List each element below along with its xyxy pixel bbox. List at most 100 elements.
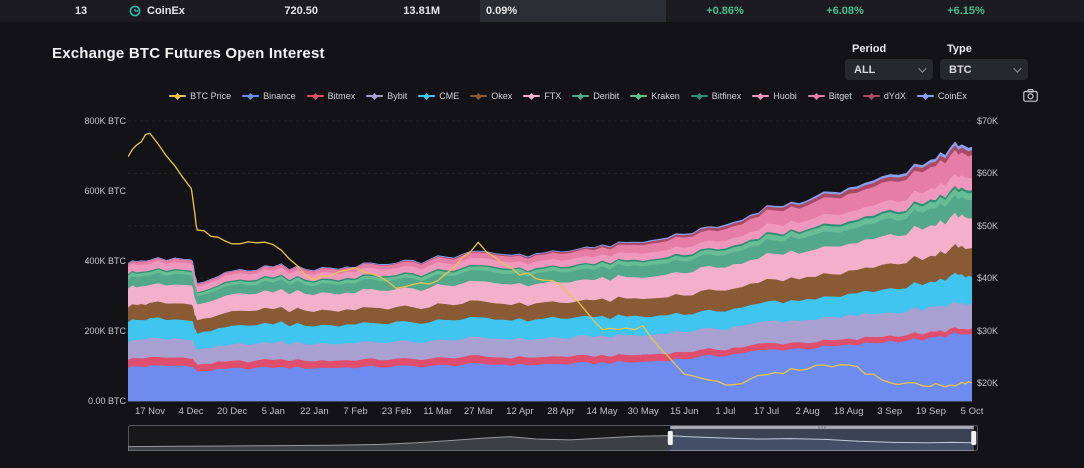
y-left-tick-label: 600K BTC bbox=[84, 186, 126, 196]
volume-cell: 13.81M bbox=[403, 5, 440, 17]
legend-item-label: Okex bbox=[491, 91, 513, 101]
legend-marker-icon bbox=[242, 93, 260, 100]
y-right-tick-label: $50K bbox=[977, 220, 999, 231]
legend-marker-icon bbox=[807, 93, 825, 100]
chart-legend: BTC Price Binance Bitmex Bybit CME Okex FTX Der… bbox=[128, 88, 1008, 104]
legend-item-ftx[interactable]: FTX bbox=[523, 91, 561, 101]
y-left-tick-label: 400K BTC bbox=[84, 256, 126, 266]
chevron-down-icon bbox=[1013, 63, 1022, 73]
type-dropdown[interactable]: BTC bbox=[940, 59, 1028, 80]
legend-item-dydx[interactable]: dYdX bbox=[862, 91, 906, 101]
legend-marker-icon bbox=[690, 93, 708, 100]
legend-item-label: Kraken bbox=[651, 91, 680, 101]
legend-item-label: Bitmex bbox=[327, 91, 356, 101]
legend-item-label: Bitget bbox=[828, 91, 852, 101]
period-value: ALL bbox=[854, 63, 876, 76]
x-tick-label: 7 Feb bbox=[343, 406, 368, 417]
camera-icon bbox=[1022, 88, 1038, 102]
legend-item-btc-price[interactable]: BTC Price bbox=[169, 91, 231, 101]
type-label: Type bbox=[947, 43, 972, 55]
legend-marker-icon bbox=[862, 93, 880, 100]
x-tick-label: 19 Sep bbox=[915, 406, 946, 417]
period-dropdown[interactable]: ALL bbox=[845, 59, 933, 80]
screenshot-camera-button[interactable] bbox=[1020, 86, 1040, 104]
exchange-name: CoinEx bbox=[147, 5, 185, 17]
x-tick-label: 12 Apr bbox=[506, 406, 534, 417]
legend-marker-icon bbox=[169, 93, 187, 100]
legend-marker-icon bbox=[523, 93, 541, 100]
x-tick-label: 14 May bbox=[586, 406, 618, 417]
legend-marker-icon bbox=[630, 93, 648, 100]
x-tick-label: 18 Aug bbox=[833, 406, 864, 417]
exchange-cell[interactable]: CoinEx bbox=[129, 0, 185, 22]
x-tick-label: 4 Dec bbox=[178, 406, 204, 417]
navigator-handle-right[interactable] bbox=[971, 431, 977, 445]
legend-marker-icon bbox=[752, 93, 770, 100]
range-navigator[interactable] bbox=[128, 425, 978, 451]
x-tick-label: 28 Apr bbox=[547, 406, 575, 417]
legend-item-kraken[interactable]: Kraken bbox=[630, 91, 680, 101]
legend-marker-icon bbox=[306, 93, 324, 100]
legend-item-coinex[interactable]: CoinEx bbox=[916, 91, 967, 101]
oi-share-cell-highlighted: 0.09% bbox=[480, 0, 666, 22]
y-left-tick-label: 200K BTC bbox=[84, 326, 126, 336]
y-right-tick-label: $40K bbox=[977, 273, 999, 284]
x-tick-label: 30 May bbox=[627, 406, 659, 417]
legend-marker-icon bbox=[470, 93, 488, 100]
coinex-logo-icon bbox=[129, 5, 141, 17]
legend-item-bybit[interactable]: Bybit bbox=[366, 91, 407, 101]
x-tick-label: 15 Jun bbox=[670, 406, 699, 417]
x-tick-label: 17 Jul bbox=[753, 406, 780, 417]
y-right-tick-label: $30K bbox=[977, 325, 999, 336]
legend-item-label: BTC Price bbox=[190, 91, 232, 101]
type-value: BTC bbox=[949, 63, 972, 76]
x-tick-label: 3 Sep bbox=[877, 406, 903, 417]
legend-item-bitget[interactable]: Bitget bbox=[807, 91, 852, 101]
legend-item-label: Huobi bbox=[773, 91, 797, 101]
x-tick-label: 20 Dec bbox=[217, 406, 248, 417]
x-tick-label: 27 Mar bbox=[464, 406, 494, 417]
x-tick-label: 11 Mar bbox=[423, 406, 453, 417]
x-tick-label: 5 Jan bbox=[261, 406, 285, 417]
legend-item-label: FTX bbox=[544, 91, 562, 101]
legend-item-bitmex[interactable]: Bitmex bbox=[306, 91, 356, 101]
legend-item-label: CoinEx bbox=[937, 91, 967, 101]
legend-item-bitfinex[interactable]: Bitfinex bbox=[690, 91, 742, 101]
navigator-handle-left[interactable] bbox=[667, 431, 673, 445]
legend-item-huobi[interactable]: Huobi bbox=[752, 91, 797, 101]
legend-item-binance[interactable]: Binance bbox=[242, 91, 296, 101]
legend-item-label: Bitfinex bbox=[711, 91, 742, 101]
legend-item-label: dYdX bbox=[883, 91, 906, 101]
x-tick-label: 5 Oct bbox=[960, 406, 984, 417]
y-right-tick-label: $70K bbox=[977, 116, 999, 126]
chevron-down-icon bbox=[918, 63, 927, 73]
legend-item-okex[interactable]: Okex bbox=[470, 91, 512, 101]
main-chart-plot-area[interactable] bbox=[128, 118, 972, 402]
y-right-tick-label: $20K bbox=[977, 378, 999, 388]
page-title: Exchange BTC Futures Open Interest bbox=[52, 45, 325, 62]
legend-item-label: Binance bbox=[263, 91, 296, 101]
price-cell: 720.50 bbox=[284, 5, 318, 17]
legend-item-label: Bybit bbox=[387, 91, 408, 101]
y-right-tick-label: $60K bbox=[977, 168, 999, 179]
x-tick-label: 22 Jan bbox=[300, 406, 329, 417]
rank-cell: 13 bbox=[74, 5, 88, 17]
table-row-coinex[interactable]: 13 CoinEx 720.50 13.81M 0.09% +0.86% +6.… bbox=[0, 0, 1084, 22]
x-tick-label: 17 Nov bbox=[134, 406, 166, 417]
legend-item-label: Deribit bbox=[593, 91, 620, 101]
legend-item-cme[interactable]: CME bbox=[418, 91, 459, 101]
x-tick-label: 2 Aug bbox=[795, 406, 820, 417]
change-24h-cell: +6.15% bbox=[947, 5, 985, 17]
legend-item-label: CME bbox=[439, 91, 460, 101]
legend-marker-icon bbox=[572, 93, 590, 100]
y-left-tick-label: 0.00 BTC bbox=[87, 396, 126, 406]
legend-marker-icon bbox=[366, 93, 384, 100]
y-left-tick-label: 800K BTC bbox=[84, 116, 126, 126]
legend-marker-icon bbox=[916, 93, 934, 100]
x-tick-label: 23 Feb bbox=[381, 406, 412, 417]
change-1h-cell: +0.86% bbox=[706, 5, 744, 17]
legend-item-deribit[interactable]: Deribit bbox=[572, 91, 619, 101]
legend-marker-icon bbox=[418, 93, 436, 100]
change-4h-cell: +6.08% bbox=[826, 5, 864, 17]
period-label: Period bbox=[852, 43, 887, 55]
